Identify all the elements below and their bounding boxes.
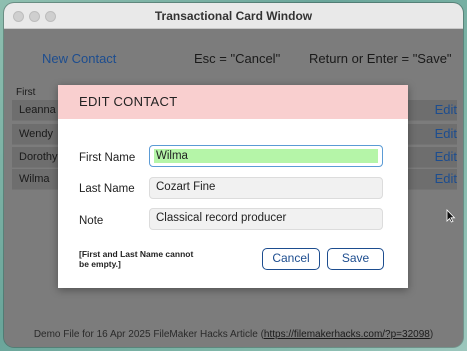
edit-contact-dialog: EDIT CONTACT First Name Wilma Last Name … bbox=[58, 85, 408, 288]
column-header-first: First bbox=[16, 87, 36, 98]
window-title: Transactional Card Window bbox=[154, 9, 313, 23]
footer-credit: Demo File for 16 Apr 2025 FileMaker Hack… bbox=[4, 323, 463, 347]
validation-warning: [First and Last Name cannot be empty.] bbox=[79, 249, 229, 269]
note-label: Note bbox=[79, 215, 104, 227]
edit-button[interactable]: Edit bbox=[435, 149, 457, 164]
row-first-name: Leanna bbox=[19, 104, 56, 116]
first-name-value: Wilma bbox=[154, 149, 378, 163]
edit-button[interactable]: Edit bbox=[435, 102, 457, 117]
note-field[interactable]: Classical record producer bbox=[149, 208, 383, 230]
save-button[interactable]: Save bbox=[327, 248, 384, 270]
footer-link[interactable]: https://filemakerhacks.com/?p=32098 bbox=[264, 329, 430, 340]
first-name-label: First Name bbox=[79, 152, 136, 164]
warning-line-2: be empty.] bbox=[79, 259, 121, 269]
new-contact-button[interactable]: New Contact bbox=[42, 51, 116, 66]
mouse-pointer-icon bbox=[446, 209, 456, 223]
row-first-name: Wendy bbox=[19, 128, 54, 140]
warning-line-1: [First and Last Name cannot bbox=[79, 249, 194, 259]
footer-close: ) bbox=[429, 329, 434, 340]
title-bar: Transactional Card Window bbox=[4, 3, 463, 29]
return-hint-text: Return or Enter = "Save" bbox=[309, 51, 452, 66]
layout-header: New Contact Esc = "Cancel" Return or Ent… bbox=[4, 29, 463, 85]
row-first-name: Wilma bbox=[19, 173, 50, 185]
esc-hint-text: Esc = "Cancel" bbox=[194, 51, 281, 66]
footer-text: Demo File for 16 Apr 2025 FileMaker Hack… bbox=[33, 329, 264, 340]
cancel-button[interactable]: Cancel bbox=[262, 248, 320, 270]
last-name-label: Last Name bbox=[79, 183, 135, 195]
dialog-title: EDIT CONTACT bbox=[58, 85, 408, 119]
edit-button[interactable]: Edit bbox=[435, 171, 457, 186]
last-name-field[interactable]: Cozart Fine bbox=[149, 177, 383, 199]
edit-button[interactable]: Edit bbox=[435, 126, 457, 141]
first-name-field[interactable]: Wilma bbox=[149, 145, 383, 167]
row-first-name: Dorothy bbox=[19, 151, 58, 163]
